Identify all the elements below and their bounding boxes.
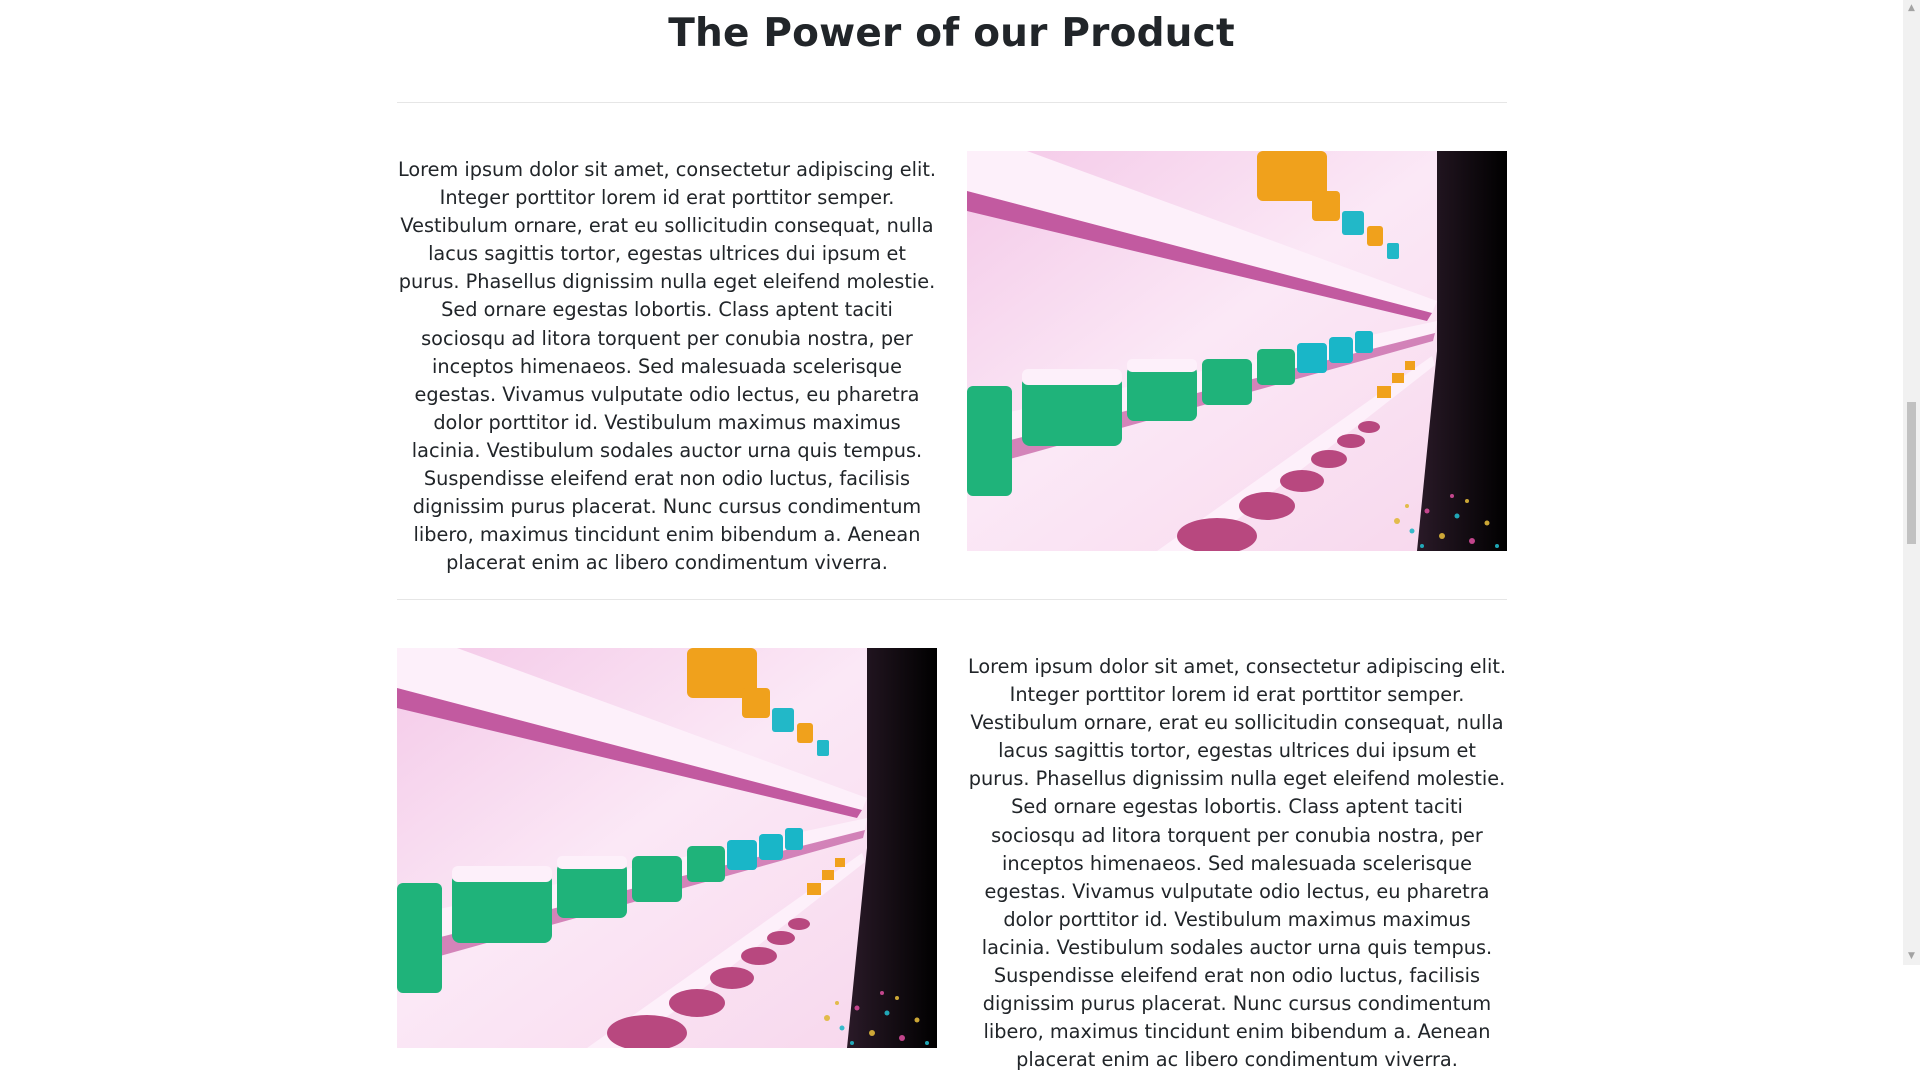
feature-row-2: Lorem ipsum dolor sit amet, consectetur … [397, 648, 1507, 1071]
divider [397, 599, 1507, 600]
scrollbar-thumb[interactable] [1907, 402, 1916, 544]
feature-text: Lorem ipsum dolor sit amet, consectetur … [967, 648, 1507, 1074]
product-shelf-image [397, 648, 937, 1048]
triangle-up-icon[interactable]: ▲ [1903, 0, 1920, 17]
feature-paragraph: Lorem ipsum dolor sit amet, consectetur … [967, 655, 1507, 1072]
feature-text: Lorem ipsum dolor sit amet, consectetur … [397, 151, 937, 577]
vertical-scrollbar[interactable]: ▲ ▼ [1903, 0, 1920, 965]
feature-row-1: Lorem ipsum dolor sit amet, consectetur … [397, 151, 1507, 574]
triangle-down-icon[interactable]: ▼ [1903, 948, 1920, 965]
shelf-photo [967, 151, 1507, 551]
page: The Power of our Product Lorem ipsum dol… [0, 0, 1903, 1071]
divider [397, 102, 1507, 103]
product-shelf-image [967, 151, 1507, 551]
shelf-photo [397, 648, 937, 1048]
section-title: The Power of our Product [668, 11, 1235, 56]
feature-paragraph: Lorem ipsum dolor sit amet, consectetur … [397, 158, 937, 575]
